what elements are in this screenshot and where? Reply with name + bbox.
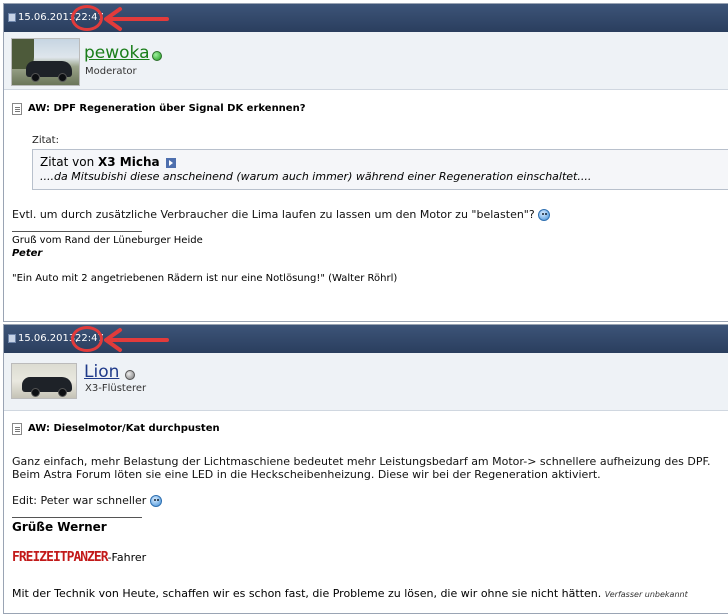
signature-motto: Mit der Technik von Heute, schaffen wir …: [12, 587, 728, 600]
smile-icon: [149, 495, 162, 507]
message-line: Ganz einfach, mehr Belastung der Lichtma…: [12, 455, 711, 468]
signature-quote: "Ein Auto mit 2 angetriebenen Rädern ist…: [12, 273, 398, 284]
red-arrow-annotation: [104, 7, 169, 31]
message-text: Evtl. um durch zusätzliche Verbraucher d…: [12, 208, 535, 221]
brand-suffix: -Fahrer: [107, 551, 147, 564]
post-body: AW: DPF Regeneration über Signal DK erke…: [4, 102, 728, 284]
post-header: 15.06.2013, 22:47: [4, 4, 728, 32]
avatar[interactable]: [11, 38, 80, 86]
red-circle-annotation: [71, 5, 103, 31]
brand-logo: FREIZEITPANZER: [12, 550, 109, 565]
signature-line: Gruß vom Rand der Lüneburger Heide: [12, 235, 203, 246]
motto-author: Verfasser unbekannt: [604, 590, 688, 599]
quote-label: Zitat:: [32, 135, 59, 146]
post-title: AW: DPF Regeneration über Signal DK erke…: [28, 103, 306, 114]
user-info-bar: Lion X3-Flüsterer: [4, 353, 728, 411]
username-link[interactable]: pewoka: [84, 43, 150, 63]
edit-note: Edit: Peter war schneller: [12, 494, 728, 507]
signature-brand: FREIZEITPANZER-Fahrer: [12, 550, 728, 565]
quote-box: Zitat von X3 Micha ....da Mitsubishi die…: [32, 149, 728, 190]
forum-post-1: 15.06.2013, 22:47 pewoka Moderator AW: D…: [3, 3, 728, 322]
post-body: AW: Dieselmotor/Kat durchpusten Ganz ein…: [4, 422, 728, 600]
username-link[interactable]: Lion: [84, 362, 119, 382]
offline-status-icon: [125, 370, 135, 380]
signature-greeting: Grüße Werner: [12, 520, 107, 534]
post-title: AW: Dieselmotor/Kat durchpusten: [28, 423, 220, 434]
quote-author: X3 Micha: [98, 155, 160, 169]
post-header: 15.06.2013, 22:47: [4, 325, 728, 353]
document-icon: [8, 13, 16, 22]
edit-text: Edit: Peter war schneller: [12, 494, 147, 507]
message-line: Beim Astra Forum löten sie eine LED in d…: [12, 468, 601, 481]
signature-divider: [12, 231, 142, 232]
smile-icon: [538, 209, 551, 221]
post-date: 15.06.2013,: [18, 333, 79, 344]
online-status-icon: [152, 51, 162, 61]
document-icon: [8, 334, 16, 343]
post-date: 15.06.2013,: [18, 12, 79, 23]
avatar[interactable]: [11, 363, 77, 399]
user-info-bar: pewoka Moderator: [4, 32, 728, 90]
user-rank: X3-Flüsterer: [85, 383, 147, 394]
red-circle-annotation: [71, 326, 103, 352]
post-title-icon: [12, 423, 22, 435]
view-post-icon[interactable]: [166, 157, 177, 168]
motto-text: Mit der Technik von Heute, schaffen wir …: [12, 587, 602, 600]
red-arrow-annotation: [104, 328, 169, 352]
signature-name: Peter: [12, 248, 43, 259]
post-message: Evtl. um durch zusätzliche Verbraucher d…: [12, 208, 728, 221]
quote-prefix: Zitat von: [40, 155, 95, 169]
forum-post-2: 15.06.2013, 22:47 Lion X3-Flüsterer AW: …: [3, 324, 728, 614]
signature-divider: [12, 517, 142, 518]
user-rank: Moderator: [85, 66, 137, 77]
quote-text: ....da Mitsubishi diese anscheinend (war…: [40, 170, 592, 183]
post-message: Ganz einfach, mehr Belastung der Lichtma…: [12, 455, 728, 481]
post-title-icon: [12, 103, 22, 115]
